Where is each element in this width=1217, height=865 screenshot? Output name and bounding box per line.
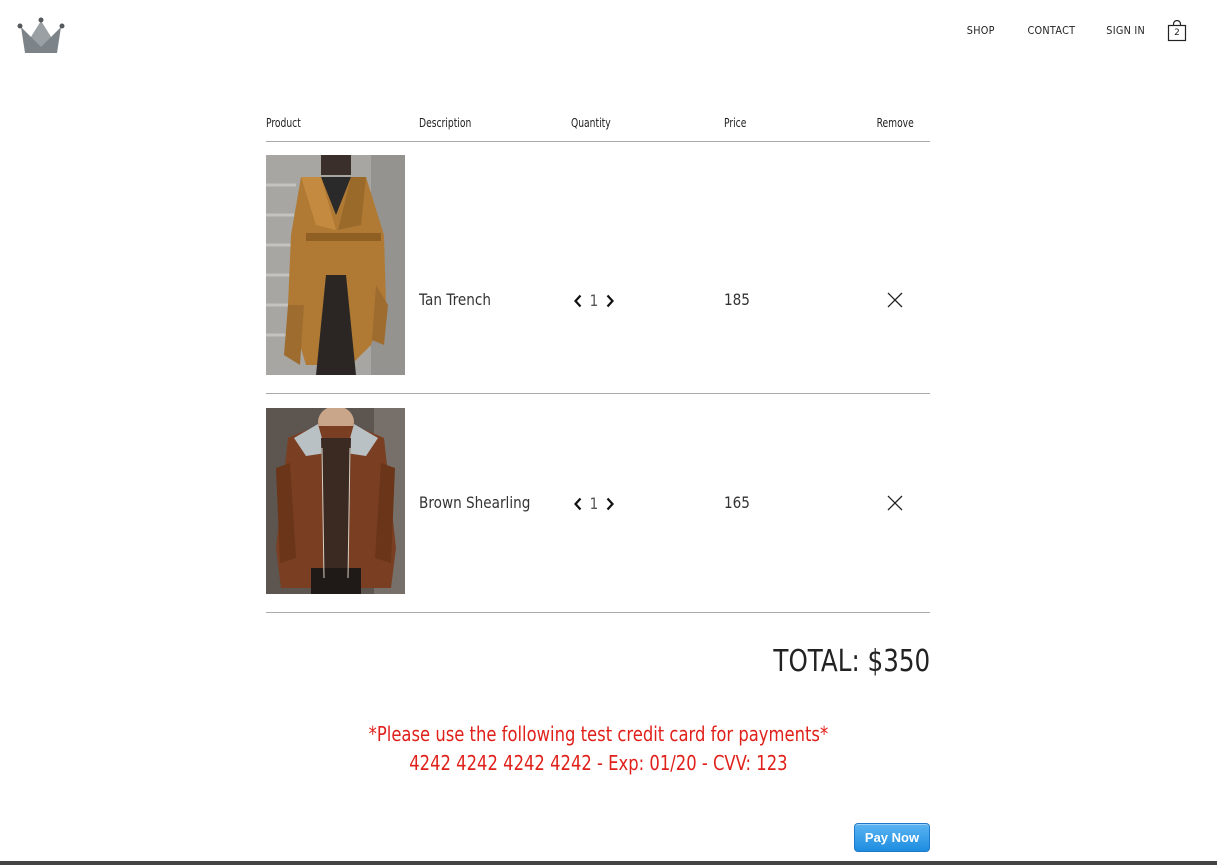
pay-now-button[interactable]: Pay Now: [854, 823, 930, 852]
test-card-details: 4242 4242 4242 4242 - Exp: 01/20 - CVV: …: [409, 751, 788, 775]
close-icon: [887, 292, 903, 308]
crown-logo-icon[interactable]: [17, 17, 65, 57]
cart-button[interactable]: 2: [1167, 20, 1187, 42]
header-remove: Remove: [876, 116, 914, 130]
header-description: Description: [419, 116, 472, 130]
remove-item-button[interactable]: [886, 494, 904, 512]
item-price: 165: [724, 493, 750, 512]
test-card-notice: *Please use the following test credit ca…: [368, 722, 829, 746]
decrease-quantity-button[interactable]: [571, 495, 585, 513]
quantity-value: 1: [589, 494, 599, 513]
chevron-left-icon: [574, 294, 582, 307]
header-price: Price: [724, 116, 747, 130]
quantity-stepper: 1: [571, 291, 617, 310]
remove-item-button[interactable]: [886, 291, 904, 309]
quantity-stepper: 1: [571, 494, 617, 513]
chevron-right-icon: [606, 294, 614, 307]
table-row: Tan Trench 1 185: [266, 142, 930, 394]
header-quantity: Quantity: [571, 116, 611, 130]
cart-page: SHOP CONTACT SIGN IN 2 Product Descripti…: [0, 0, 1217, 865]
quantity-value: 1: [589, 291, 599, 310]
cart-count-badge: 2: [1174, 28, 1180, 38]
table-row: Brown Shearling 1 165: [266, 394, 930, 613]
header-product: Product: [266, 116, 301, 130]
item-description: Brown Shearling: [419, 493, 531, 512]
nav-sign-in-link[interactable]: SIGN IN: [1106, 23, 1145, 39]
decrease-quantity-button[interactable]: [571, 292, 585, 310]
table-header: Product Description Quantity Price Remov…: [266, 110, 930, 142]
brown-shearling-jacket-photo: [266, 408, 405, 594]
close-icon: [887, 495, 903, 511]
nav-contact-link[interactable]: CONTACT: [1027, 23, 1075, 39]
chevron-right-icon: [606, 497, 614, 510]
item-description: Tan Trench: [419, 290, 492, 309]
bottom-border: [0, 861, 1217, 865]
item-price: 185: [724, 290, 750, 309]
top-nav: SHOP CONTACT SIGN IN 2: [937, 20, 1187, 42]
increase-quantity-button[interactable]: [603, 495, 617, 513]
nav-shop-link[interactable]: SHOP: [967, 23, 995, 39]
cart-table: Product Description Quantity Price Remov…: [266, 110, 930, 613]
increase-quantity-button[interactable]: [603, 292, 617, 310]
cart-total: TOTAL: $350: [773, 644, 930, 679]
chevron-left-icon: [574, 497, 582, 510]
tan-trench-coat-photo: [266, 155, 405, 375]
